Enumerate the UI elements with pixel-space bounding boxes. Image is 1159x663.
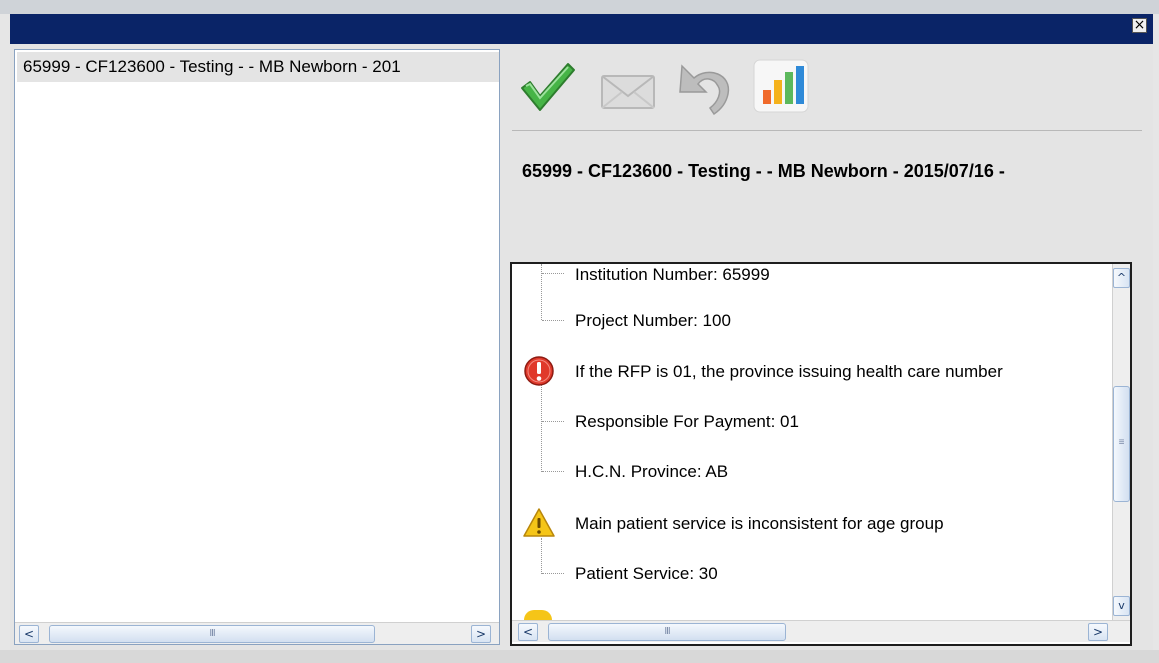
- scroll-thumb[interactable]: ≡: [1113, 386, 1130, 502]
- tree-vscrollbar[interactable]: ^ ≡ v: [1112, 264, 1130, 620]
- tree-branch: [542, 471, 564, 472]
- tree-row-label: Patient Service: 30: [575, 564, 718, 583]
- detail-panel: 65999 - CF123600 - Testing - - MB Newbor…: [502, 44, 1153, 650]
- title-bar: ×: [10, 14, 1153, 44]
- bar-chart-icon: [753, 59, 809, 113]
- tree-row-label: If the RFP is 01, the province issuing h…: [575, 362, 1003, 381]
- tree-branch: [542, 320, 564, 321]
- tree-row-label: Main patient service is inconsistent for…: [575, 514, 944, 533]
- tree-connector: [541, 538, 542, 574]
- tree-row-label: Project Number: 100: [575, 311, 731, 330]
- scroll-thumb[interactable]: III: [49, 625, 375, 643]
- scroll-right-button[interactable]: >: [471, 625, 491, 643]
- scroll-left-button[interactable]: <: [19, 625, 39, 643]
- partially-visible-warning-icon: [524, 610, 552, 620]
- toolbar: [512, 54, 1142, 124]
- record-list-item[interactable]: 65999 - CF123600 - Testing - - MB Newbor…: [17, 52, 499, 82]
- tree-row-label: H.C.N. Province: AB: [575, 462, 729, 481]
- report-button[interactable]: [750, 56, 812, 116]
- validation-tree: Institution Number: 65999 Project Number…: [510, 262, 1132, 646]
- email-button[interactable]: [596, 56, 658, 116]
- tree-branch: [542, 421, 564, 422]
- approve-button[interactable]: [516, 56, 578, 116]
- scroll-thumb[interactable]: III: [548, 623, 786, 641]
- tree-row-label: Institution Number: 65999: [575, 265, 770, 284]
- record-title: 65999 - CF123600 - Testing - - MB Newbor…: [522, 161, 1005, 181]
- undo-arrow-icon: [679, 64, 730, 116]
- checkmark-icon: [521, 63, 575, 111]
- tree-hscrollbar[interactable]: < III >: [512, 620, 1130, 642]
- close-button[interactable]: ×: [1132, 18, 1147, 33]
- scroll-down-button[interactable]: v: [1113, 596, 1130, 616]
- record-list-panel: 65999 - CF123600 - Testing - - MB Newbor…: [14, 49, 500, 645]
- tree-row-label: Responsible For Payment: 01: [575, 412, 799, 431]
- scroll-up-button[interactable]: ^: [1113, 268, 1130, 288]
- background-strip: [0, 650, 1159, 663]
- tree-branch: [542, 573, 564, 574]
- tree-connector: [541, 384, 542, 472]
- record-list-hscrollbar[interactable]: < III >: [15, 622, 499, 644]
- scroll-left-button[interactable]: <: [518, 623, 538, 641]
- toolbar-divider: [512, 130, 1142, 131]
- window-frame-top: [0, 0, 1159, 14]
- warning-icon: [523, 508, 555, 537]
- scroll-right-button[interactable]: >: [1088, 623, 1108, 641]
- error-icon: [524, 356, 554, 386]
- undo-button[interactable]: [674, 56, 736, 116]
- tree-branch: [542, 273, 564, 274]
- envelope-icon: [601, 75, 655, 109]
